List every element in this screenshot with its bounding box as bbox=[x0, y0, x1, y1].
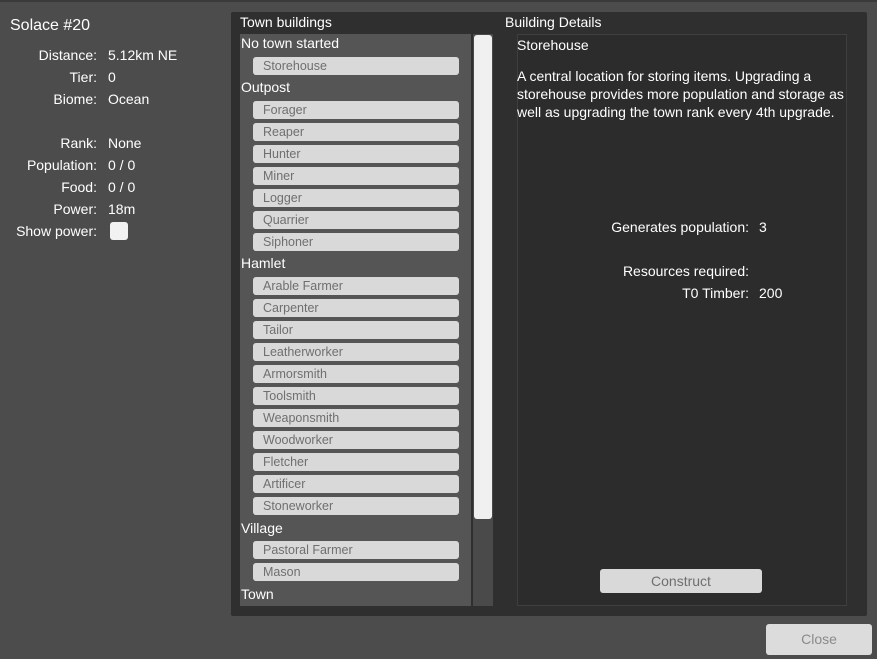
power-value: 18m bbox=[108, 201, 136, 217]
building-artificer[interactable]: Artificer bbox=[253, 475, 459, 493]
building-toolsmith[interactable]: Toolsmith bbox=[253, 387, 459, 405]
distance-label: Distance: bbox=[38, 47, 97, 63]
building-storehouse[interactable]: Storehouse bbox=[253, 57, 459, 75]
info-row-tier: Tier: 0 bbox=[0, 67, 230, 89]
power-label: Power: bbox=[53, 201, 97, 217]
rank-label: Rank: bbox=[60, 135, 97, 151]
building-reaper[interactable]: Reaper bbox=[253, 123, 459, 141]
distance-value: 5.12km NE bbox=[108, 47, 178, 63]
category-hamlet: Hamlet bbox=[241, 255, 286, 271]
scrollbar-thumb[interactable] bbox=[474, 35, 492, 519]
resources-label: Resources required: bbox=[622, 263, 749, 279]
food-label: Food: bbox=[61, 179, 97, 195]
info-row-biome: Biome: Ocean bbox=[0, 89, 230, 111]
building-quarrier[interactable]: Quarrier bbox=[253, 211, 459, 229]
info-row-distance: Distance: 5.12km NE bbox=[0, 45, 230, 67]
category-village: Village bbox=[241, 520, 283, 536]
building-hunter[interactable]: Hunter bbox=[253, 145, 459, 163]
info-row-food: Food: 0 / 0 bbox=[0, 177, 230, 199]
tier-value: 0 bbox=[108, 69, 116, 85]
biome-value: Ocean bbox=[108, 91, 150, 107]
generates-label: Generates population: bbox=[611, 219, 749, 235]
building-details-panel: Storehouse A central location for storin… bbox=[517, 34, 847, 606]
category-town: Town bbox=[241, 586, 274, 602]
resource-value: 200 bbox=[759, 285, 783, 301]
building-armorsmith[interactable]: Armorsmith bbox=[253, 365, 459, 383]
rank-value: None bbox=[108, 135, 142, 151]
building-weaponsmith[interactable]: Weaponsmith bbox=[253, 409, 459, 427]
close-button[interactable]: Close bbox=[766, 624, 872, 655]
top-border bbox=[0, 0, 877, 2]
category-no-town-started: No town started bbox=[241, 35, 340, 51]
construct-button[interactable]: Construct bbox=[600, 569, 762, 593]
info-row-rank: Rank: None bbox=[0, 133, 230, 155]
category-outpost: Outpost bbox=[241, 79, 291, 95]
town-buildings-header: Town buildings bbox=[240, 14, 332, 30]
biome-label: Biome: bbox=[53, 91, 97, 107]
buildings-scrollbar[interactable] bbox=[473, 34, 493, 606]
info-row-power: Power: 18m bbox=[0, 199, 230, 221]
building-pastoral-farmer[interactable]: Pastoral Farmer bbox=[253, 541, 459, 559]
main-panel: Town buildings Building Details No town … bbox=[231, 12, 867, 616]
resource-name: T0 Timber: bbox=[682, 285, 749, 301]
food-value: 0 / 0 bbox=[108, 179, 136, 195]
info-row-population: Population: 0 / 0 bbox=[0, 155, 230, 177]
building-siphoner[interactable]: Siphoner bbox=[253, 233, 459, 251]
buildings-list: No town started Storehouse Outpost Forag… bbox=[240, 34, 471, 606]
building-stoneworker[interactable]: Stoneworker bbox=[253, 497, 459, 515]
building-woodworker[interactable]: Woodworker bbox=[253, 431, 459, 449]
building-tailor[interactable]: Tailor bbox=[253, 321, 459, 339]
building-details-header: Building Details bbox=[505, 14, 602, 30]
building-miner[interactable]: Miner bbox=[253, 167, 459, 185]
building-logger[interactable]: Logger bbox=[253, 189, 459, 207]
building-arable-farmer[interactable]: Arable Farmer bbox=[253, 277, 459, 295]
building-fletcher[interactable]: Fletcher bbox=[253, 453, 459, 471]
building-description: A central location for storing items. Up… bbox=[517, 68, 844, 120]
building-leatherworker[interactable]: Leatherworker bbox=[253, 343, 459, 361]
show-power-label: Show power: bbox=[16, 223, 97, 239]
generates-value: 3 bbox=[759, 219, 767, 235]
population-value: 0 / 0 bbox=[108, 157, 136, 173]
population-label: Population: bbox=[26, 157, 97, 173]
show-power-checkbox[interactable] bbox=[110, 222, 128, 240]
building-title: Storehouse bbox=[517, 37, 589, 53]
building-mason[interactable]: Mason bbox=[253, 563, 459, 581]
town-title: Solace #20 bbox=[10, 17, 91, 34]
building-forager[interactable]: Forager bbox=[253, 101, 459, 119]
building-carpenter[interactable]: Carpenter bbox=[253, 299, 459, 317]
tier-label: Tier: bbox=[69, 69, 97, 85]
